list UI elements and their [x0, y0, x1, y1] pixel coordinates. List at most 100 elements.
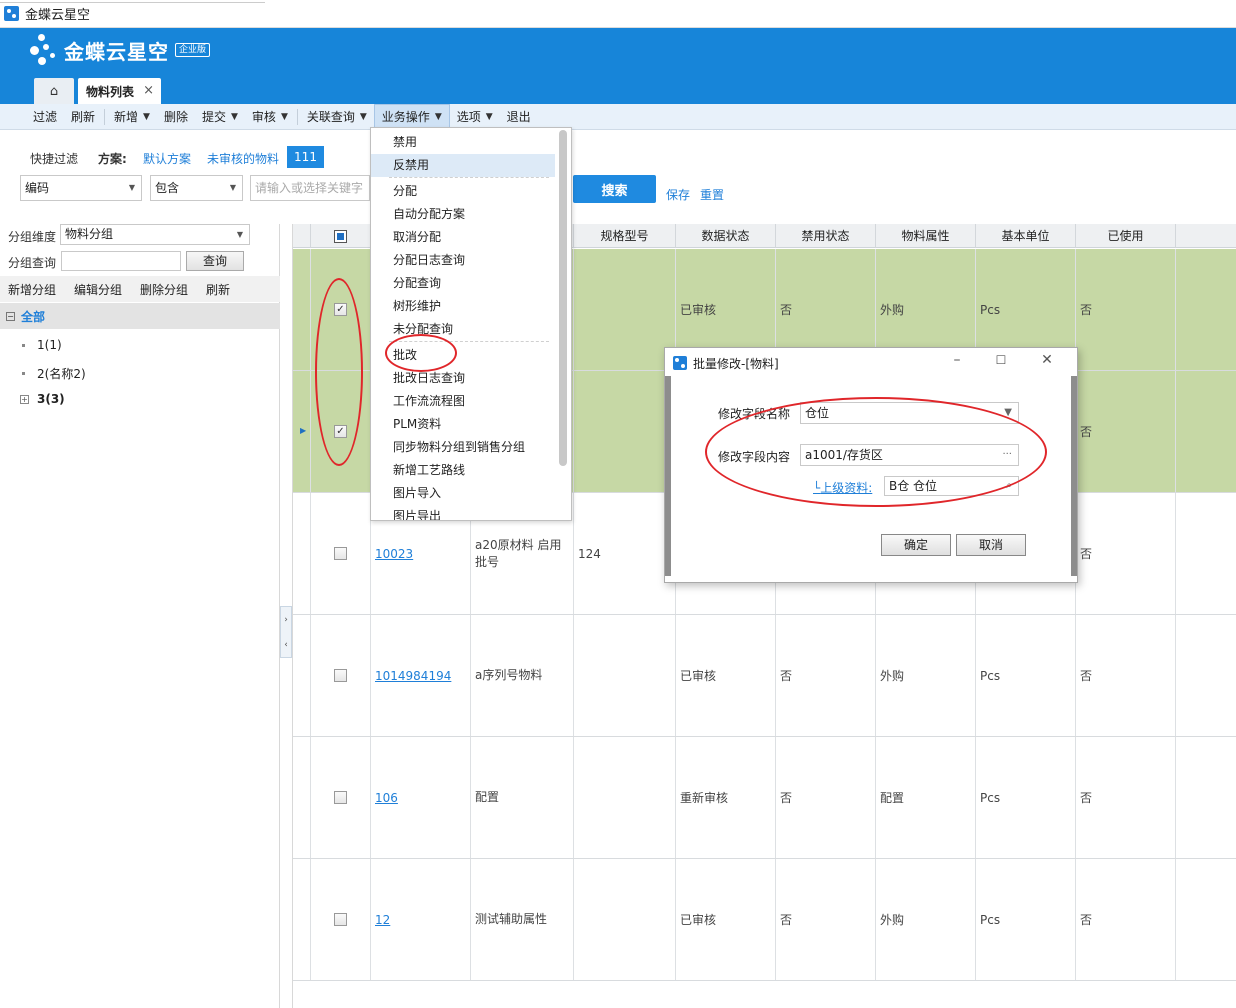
search-icon[interactable]: ⌕	[1006, 477, 1012, 495]
expand-icon[interactable]: +	[20, 394, 29, 404]
table-row[interactable]: 1014984194 a序列号物料 已审核 否 外购 Pcs 否	[293, 615, 1236, 737]
scheme-111-tab[interactable]: 111	[287, 146, 324, 168]
ok-button[interactable]: 确定	[881, 534, 951, 556]
table-row[interactable]: 12 测试辅助属性 已审核 否 外购 Pcs 否	[293, 859, 1236, 981]
row-checkbox[interactable]	[334, 913, 347, 926]
cell-check[interactable]	[310, 859, 370, 980]
field-content-input[interactable]: a1001/存货区 ···	[800, 444, 1019, 466]
header-attr[interactable]: 物料属性	[875, 224, 975, 248]
toolbar-item-1[interactable]: 刷新	[64, 104, 102, 130]
home-tab[interactable]: ⌂	[34, 78, 74, 104]
select-all-checkbox-cell[interactable]	[310, 224, 370, 248]
chevron-down-icon[interactable]: ▼	[231, 104, 238, 130]
cell-check[interactable]	[310, 615, 370, 736]
group-action-1[interactable]: 编辑分组	[74, 281, 122, 298]
material-code-link[interactable]: 106	[375, 791, 398, 805]
menu-item-11[interactable]: 工作流流程图	[371, 390, 555, 413]
menu-item-9[interactable]: 批改	[371, 344, 555, 367]
ellipsis-icon[interactable]: ···	[1002, 445, 1012, 465]
group-action-3[interactable]: 刷新	[206, 281, 230, 298]
menu-scrollbar[interactable]	[559, 130, 567, 466]
chevron-down-icon[interactable]: ▼	[486, 104, 493, 130]
group-query-input[interactable]	[61, 251, 181, 271]
header-used[interactable]: 已使用	[1075, 224, 1175, 248]
tree-item[interactable]: + 3(3)	[20, 392, 65, 406]
header-spec[interactable]: 规格型号	[573, 224, 675, 248]
chevron-down-icon[interactable]: ▼	[143, 104, 150, 130]
menu-item-3[interactable]: 自动分配方案	[371, 203, 555, 226]
toolbar-item-5[interactable]: 审核 ▼	[245, 104, 295, 130]
tab-material-list[interactable]: 物料列表 ×	[78, 78, 161, 104]
chevron-down-icon[interactable]: ▼	[281, 104, 288, 130]
cell-text-used: 否	[1080, 669, 1093, 683]
header-status[interactable]: 数据状态	[675, 224, 775, 248]
toolbar-item-6[interactable]: 关联查询 ▼	[300, 104, 374, 130]
filter-field-select[interactable]: 编码 ▼	[20, 175, 142, 201]
row-checkbox[interactable]	[334, 547, 347, 560]
panel-collapse-handle[interactable]: › ‹	[280, 606, 292, 658]
scheme-unaudited-link[interactable]: 未审核的物料	[207, 150, 279, 167]
group-query-button[interactable]: 查询	[186, 251, 244, 271]
header-disabled[interactable]: 禁用状态	[775, 224, 875, 248]
cell-check[interactable]: ✓	[310, 249, 370, 370]
menu-item-15[interactable]: 图片导入	[371, 482, 555, 505]
toolbar-item-3[interactable]: 删除	[157, 104, 195, 130]
menu-item-6[interactable]: 分配查询	[371, 272, 555, 295]
parent-data-input[interactable]: B仓 仓位 ⌕	[884, 476, 1019, 496]
keyword-input[interactable]: 请输入或选择关键字	[250, 175, 370, 201]
reset-link[interactable]: 重置	[700, 186, 724, 203]
menu-item-14[interactable]: 新增工艺路线	[371, 459, 555, 482]
parent-data-link[interactable]: └上级资料:	[813, 479, 872, 496]
close-icon[interactable]: ✕	[1037, 352, 1057, 368]
menu-item-8[interactable]: 未分配查询	[371, 318, 555, 341]
chevron-down-icon[interactable]: ▼	[360, 104, 367, 130]
maximize-icon[interactable]: ☐	[991, 353, 1011, 367]
row-checkbox[interactable]	[334, 791, 347, 804]
cancel-button[interactable]: 取消	[956, 534, 1026, 556]
group-dim-label: 分组维度	[8, 230, 57, 244]
group-action-0[interactable]: 新增分组	[8, 281, 56, 298]
menu-item-4[interactable]: 取消分配	[371, 226, 555, 249]
menu-item-2[interactable]: 分配	[371, 180, 555, 203]
cell-check[interactable]	[310, 737, 370, 858]
row-checkbox[interactable]: ✓	[334, 303, 347, 316]
menu-item-0[interactable]: 禁用	[371, 131, 555, 154]
menu-item-13[interactable]: 同步物料分组到销售分组	[371, 436, 555, 459]
tree-root[interactable]: − 全部	[0, 303, 280, 329]
filter-operator-select[interactable]: 包含 ▼	[150, 175, 243, 201]
menu-item-5[interactable]: 分配日志查询	[371, 249, 555, 272]
header-unit[interactable]: 基本单位	[975, 224, 1075, 248]
search-button[interactable]: 搜索	[573, 175, 656, 203]
table-row[interactable]: 106 配置 重新审核 否 配置 Pcs 否	[293, 737, 1236, 859]
cell-check[interactable]	[310, 493, 370, 614]
select-all-checkbox[interactable]	[334, 229, 347, 243]
row-checkbox[interactable]: ✓	[334, 425, 347, 438]
tree-item[interactable]: 1(1)	[22, 338, 62, 352]
toolbar-item-9[interactable]: 退出	[500, 104, 538, 130]
close-icon[interactable]: ×	[143, 83, 154, 98]
toolbar-item-2[interactable]: 新增 ▼	[107, 104, 157, 130]
chevron-down-icon[interactable]: ▼	[435, 104, 442, 130]
cell-check[interactable]: ✓	[310, 371, 370, 492]
collapse-icon[interactable]: −	[6, 311, 15, 321]
toolbar-item-8[interactable]: 选项 ▼	[450, 104, 500, 130]
menu-item-7[interactable]: 树形维护	[371, 295, 555, 318]
menu-item-16[interactable]: 图片导出	[371, 505, 555, 520]
save-link[interactable]: 保存	[666, 186, 690, 203]
group-action-2[interactable]: 删除分组	[140, 281, 188, 298]
scheme-default-link[interactable]: 默认方案	[143, 150, 191, 167]
menu-item-12[interactable]: PLM资料	[371, 413, 555, 436]
toolbar-item-0[interactable]: 过滤	[26, 104, 64, 130]
material-code-link[interactable]: 1014984194	[375, 669, 451, 683]
group-dim-select[interactable]: 物料分组 ▼	[60, 224, 250, 245]
menu-item-1[interactable]: 反禁用	[371, 154, 555, 177]
field-name-select[interactable]: 仓位 ▼	[800, 402, 1019, 424]
row-checkbox[interactable]	[334, 669, 347, 682]
menu-item-10[interactable]: 批改日志查询	[371, 367, 555, 390]
material-code-link[interactable]: 10023	[375, 547, 413, 561]
minimize-icon[interactable]: –	[947, 352, 967, 368]
toolbar-item-4[interactable]: 提交 ▼	[195, 104, 245, 130]
toolbar-item-7[interactable]: 业务操作 ▼	[373, 103, 450, 130]
tree-item[interactable]: 2(名称2)	[22, 365, 86, 382]
material-code-link[interactable]: 12	[375, 913, 390, 927]
